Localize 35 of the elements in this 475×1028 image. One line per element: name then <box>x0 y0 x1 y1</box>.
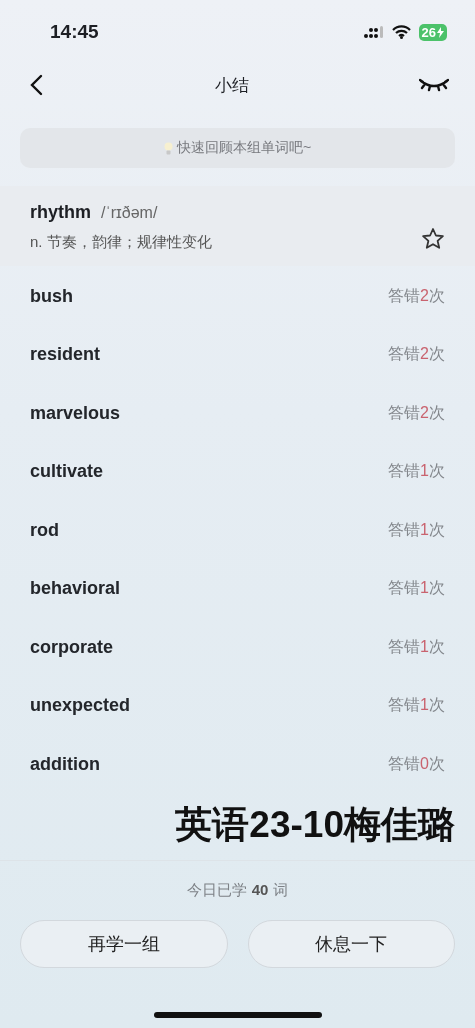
word-text: cultivate <box>30 461 104 483</box>
definition-text: n. 节奏，韵律；规律性变化 <box>30 233 212 252</box>
closed-eye-icon[interactable] <box>419 78 449 92</box>
mistake-count: 答错1次 <box>388 636 445 657</box>
overlay-caption: 英语23-10梅佳璐 <box>175 804 455 845</box>
word-text: corporate <box>30 636 114 658</box>
word-text: rod <box>30 519 59 541</box>
action-button[interactable]: 再学一组 <box>20 920 228 968</box>
word-text: marvelous <box>30 402 121 424</box>
study-summary: 今日已学 40 词 <box>187 881 288 900</box>
page-title: 小结 <box>214 74 249 97</box>
mistake-count: 答错1次 <box>388 461 445 482</box>
word-text: rhythm <box>30 202 91 222</box>
word-text: bush <box>30 285 73 307</box>
signal-icon <box>363 25 384 39</box>
phonetic-text: /ˈrɪðəm/ <box>101 204 158 221</box>
back-icon[interactable] <box>28 74 44 96</box>
battery-indicator: 26 <box>418 23 447 41</box>
mistake-count: 答错1次 <box>388 519 445 540</box>
mistake-count: 答错2次 <box>388 344 445 365</box>
word-text: behavioral <box>30 578 121 600</box>
mistake-count: 答错1次 <box>388 578 445 599</box>
word-text: unexpected <box>30 695 131 717</box>
lightbulb-icon <box>163 141 173 155</box>
mistake-count: 答错1次 <box>388 695 445 716</box>
tip-text: 快速回顾本组单词吧~ <box>176 139 312 157</box>
word-text: addition <box>30 753 100 775</box>
status-time: 14:45 <box>50 21 99 43</box>
wifi-icon <box>391 25 411 39</box>
star-icon[interactable] <box>421 227 445 250</box>
action-button[interactable]: 休息一下 <box>247 920 455 968</box>
word-text: resident <box>30 344 101 366</box>
mistake-count: 答错2次 <box>388 402 445 423</box>
mistake-count: 答错2次 <box>388 285 445 306</box>
mistake-count: 答错0次 <box>388 753 445 774</box>
